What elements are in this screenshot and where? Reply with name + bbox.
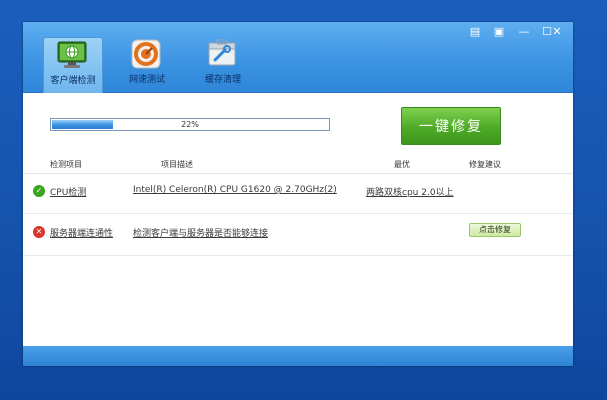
tab-speed-test[interactable]: 网速测试 <box>118 37 176 93</box>
minimize-button[interactable]: — <box>515 24 533 40</box>
close-button[interactable]: ✕ <box>548 24 566 40</box>
speedometer-icon <box>131 39 161 69</box>
error-status-icon: ✕ <box>33 226 45 238</box>
menu-icon[interactable]: ▤ <box>466 24 484 40</box>
tab-label: 缓存清理 <box>204 75 241 85</box>
column-header-best: 最优 <box>394 160 410 169</box>
skin-icon[interactable]: ▣ <box>490 24 508 40</box>
tab-label: 网速测试 <box>128 75 165 85</box>
progress-bar: 22% <box>50 118 330 131</box>
title-bar: ▤ ▣ — ☐ ✕ 客户端检测 网速测试 缓存清理 <box>23 22 573 93</box>
onekey-repair-button[interactable]: 一键修复 <box>401 107 501 145</box>
app-window: ▤ ▣ — ☐ ✕ 客户端检测 网速测试 缓存清理 22% 一键修复 检测项目 … <box>23 22 573 366</box>
status-bar <box>23 346 573 366</box>
row-divider <box>23 255 573 256</box>
tab-cache-clean[interactable]: 缓存清理 <box>194 37 252 93</box>
column-header-description: 项目描述 <box>161 160 193 169</box>
ok-status-icon: ✓ <box>33 185 45 197</box>
header-divider <box>23 173 573 174</box>
main-content: 22% 一键修复 检测项目 项目描述 最优 修复建议 ✓ CPU检测 Intel… <box>23 93 573 346</box>
click-repair-button[interactable]: 点击修复 <box>469 223 521 237</box>
tab-label: 客户端检测 <box>50 76 96 86</box>
progress-percent: 22% <box>181 120 199 129</box>
row-item-name[interactable]: 服务器端连通性 <box>50 226 113 239</box>
tab-client-check[interactable]: 客户端检测 <box>43 37 103 93</box>
row-item-name[interactable]: CPU检测 <box>50 185 86 198</box>
monitor-globe-icon <box>57 41 87 68</box>
toolbox-icon <box>208 39 236 66</box>
row-divider <box>23 213 573 214</box>
row-best[interactable]: 两路双核cpu 2.0以上 <box>366 185 454 198</box>
column-header-suggestion: 修复建议 <box>469 160 501 169</box>
row-description[interactable]: Intel(R) Celeron(R) CPU G1620 @ 2.70GHz(… <box>133 185 337 195</box>
row-description[interactable]: 检测客户端与服务器是否能够连接 <box>133 226 268 239</box>
column-header-item: 检测项目 <box>50 160 82 169</box>
